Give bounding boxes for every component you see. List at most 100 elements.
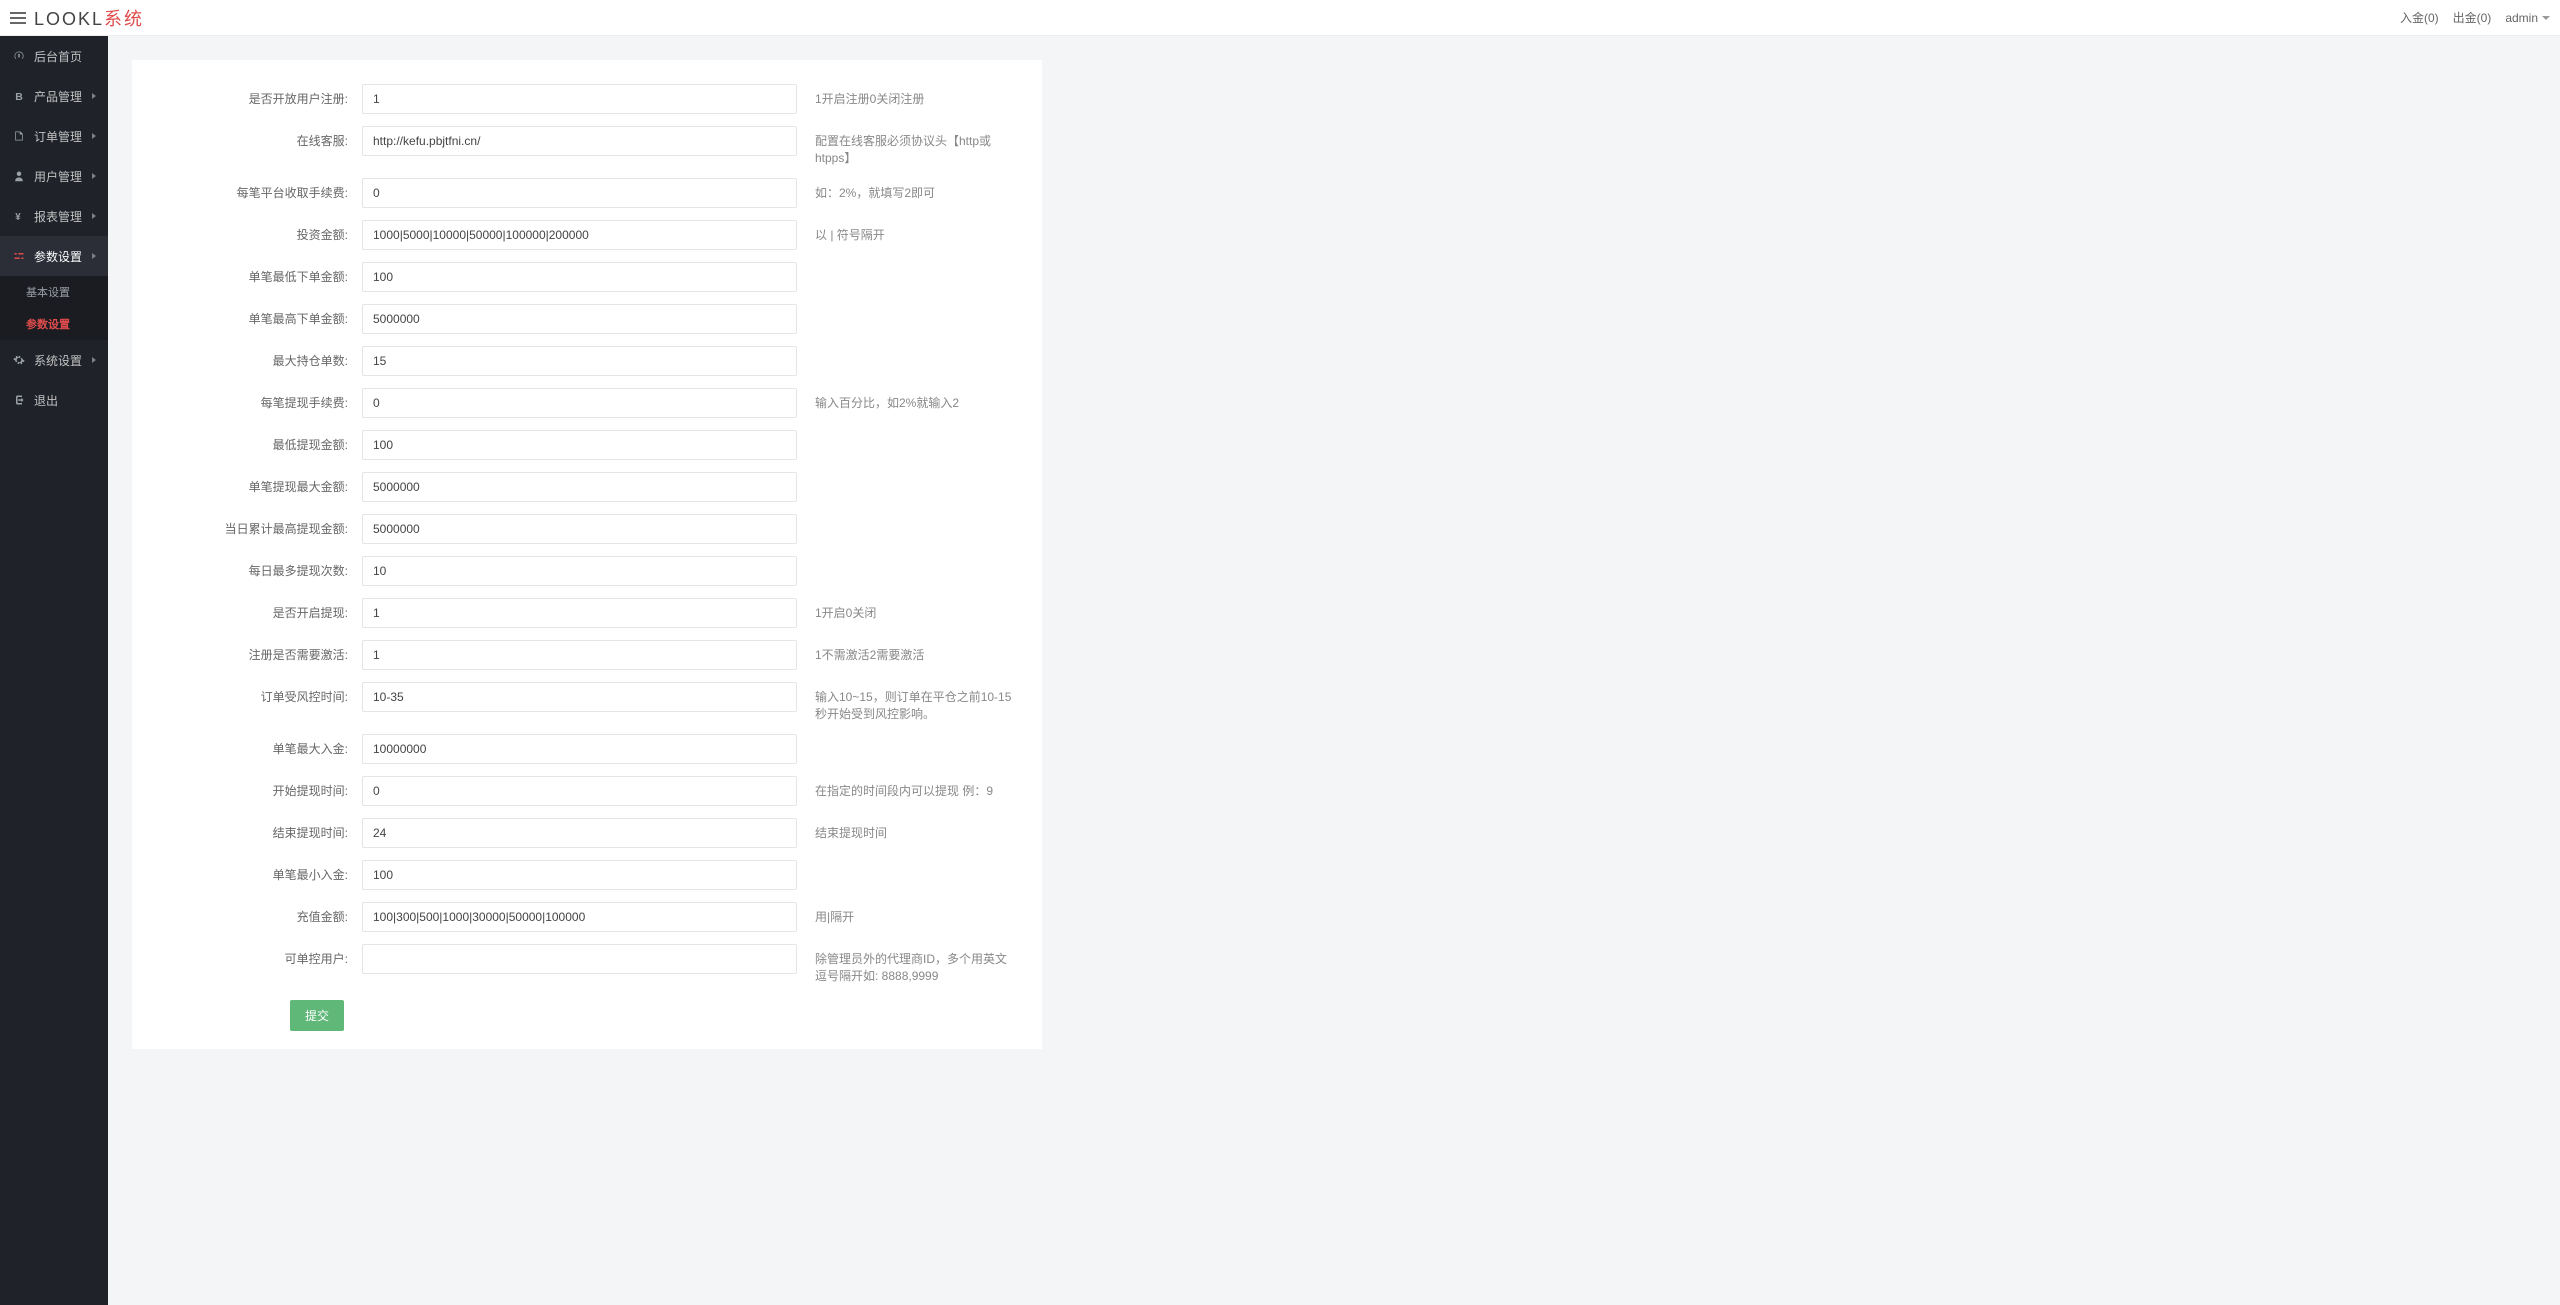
form-control: [362, 682, 797, 712]
form-label: 每日最多提现次数:: [132, 556, 362, 579]
chevron-right-icon: [92, 93, 96, 99]
form-input[interactable]: [362, 818, 797, 848]
deposit-link[interactable]: 入金(0): [2400, 9, 2439, 26]
form-row: 最低提现金额:: [132, 424, 1042, 466]
form-hint: [797, 262, 1017, 268]
form-control: [362, 430, 797, 460]
form-input[interactable]: [362, 262, 797, 292]
form-input[interactable]: [362, 902, 797, 932]
sidebar-item-system[interactable]: 系统设置: [0, 340, 108, 380]
form-hint: 用|隔开: [797, 902, 1017, 925]
form-input[interactable]: [362, 178, 797, 208]
form-label: 开始提现时间:: [132, 776, 362, 799]
form-control: [362, 472, 797, 502]
form-label: 结束提现时间:: [132, 818, 362, 841]
form-hint: 1开启注册0关闭注册: [797, 84, 1017, 107]
menu-toggle-icon[interactable]: [10, 12, 26, 24]
sidebar: 后台首页B产品管理订单管理用户管理¥报表管理参数设置基本设置参数设置系统设置退出: [0, 36, 108, 1305]
form-input[interactable]: [362, 220, 797, 250]
form-label: 每笔提现手续费:: [132, 388, 362, 411]
form-control: [362, 818, 797, 848]
form-label: 每笔平台收取手续费:: [132, 178, 362, 201]
form-label: 最低提现金额:: [132, 430, 362, 453]
user-menu[interactable]: admin: [2505, 11, 2550, 25]
form-control: [362, 262, 797, 292]
form-row: 单笔最小入金:: [132, 854, 1042, 896]
form-input[interactable]: [362, 640, 797, 670]
form-input[interactable]: [362, 682, 797, 712]
form-input[interactable]: [362, 430, 797, 460]
form-row: 结束提现时间:结束提现时间: [132, 812, 1042, 854]
dashboard-icon: [12, 50, 26, 62]
form-hint: [797, 472, 1017, 478]
form-label: 单笔最低下单金额:: [132, 262, 362, 285]
form-control: [362, 126, 797, 156]
form-input[interactable]: [362, 346, 797, 376]
form-control: [362, 860, 797, 890]
logout-icon: [12, 394, 26, 406]
form-input[interactable]: [362, 514, 797, 544]
form-hint: 1开启0关闭: [797, 598, 1017, 621]
order-icon: [12, 130, 26, 142]
form-row: 订单受风控时间:输入10~15，则订单在平仓之前10-15秒开始受到风控影响。: [132, 676, 1042, 728]
content: 是否开放用户注册:1开启注册0关闭注册在线客服:配置在线客服必须协议头【http…: [108, 36, 2560, 1073]
form-hint: [797, 346, 1017, 352]
form-input[interactable]: [362, 388, 797, 418]
form-input[interactable]: [362, 126, 797, 156]
form-input[interactable]: [362, 598, 797, 628]
form-row: 每笔平台收取手续费:如：2%，就填写2即可: [132, 172, 1042, 214]
form-input[interactable]: [362, 556, 797, 586]
form-label: 注册是否需要激活:: [132, 640, 362, 663]
yen-icon: ¥: [12, 210, 26, 222]
form-control: [362, 388, 797, 418]
form-actions: 提交: [132, 1000, 1042, 1031]
sidebar-item-params[interactable]: 参数设置: [0, 236, 108, 276]
form-hint: 输入10~15，则订单在平仓之前10-15秒开始受到风控影响。: [797, 682, 1017, 722]
form-input[interactable]: [362, 84, 797, 114]
form-row: 当日累计最高提现金额:: [132, 508, 1042, 550]
sidebar-submenu: 基本设置参数设置: [0, 276, 108, 340]
settings-form-panel: 是否开放用户注册:1开启注册0关闭注册在线客服:配置在线客服必须协议头【http…: [132, 60, 1042, 1049]
form-row: 投资金额: 以 | 符号隔开: [132, 214, 1042, 256]
brand-suffix: 系统: [104, 9, 144, 29]
form-hint: 在指定的时间段内可以提现 例：9: [797, 776, 1017, 799]
params-icon: [12, 250, 26, 262]
form-label: 是否开放用户注册:: [132, 84, 362, 107]
form-input[interactable]: [362, 304, 797, 334]
form-hint: 输入百分比，如2%就输入2: [797, 388, 1017, 411]
form-hint: 以 | 符号隔开: [797, 220, 1017, 243]
caret-down-icon: [2542, 16, 2550, 20]
form-input[interactable]: [362, 944, 797, 974]
sidebar-item-dashboard[interactable]: 后台首页: [0, 36, 108, 76]
form-input[interactable]: [362, 776, 797, 806]
form-control: [362, 514, 797, 544]
form-row: 每笔提现手续费: 输入百分比，如2%就输入2: [132, 382, 1042, 424]
sidebar-sub-item[interactable]: 参数设置: [0, 308, 108, 340]
system-icon: [12, 354, 26, 366]
withdraw-link[interactable]: 出金(0): [2453, 9, 2492, 26]
sidebar-item-order[interactable]: 订单管理: [0, 116, 108, 156]
user-icon: [12, 170, 26, 182]
form-input[interactable]: [362, 734, 797, 764]
sidebar-item-yen[interactable]: ¥报表管理: [0, 196, 108, 236]
chevron-right-icon: [92, 213, 96, 219]
form-hint: 配置在线客服必须协议头【http或htpps】: [797, 126, 1017, 166]
submit-button[interactable]: 提交: [290, 1000, 344, 1031]
sidebar-sub-item[interactable]: 基本设置: [0, 276, 108, 308]
form-row: 是否开放用户注册: 1开启注册0关闭注册: [132, 78, 1042, 120]
chevron-right-icon: [92, 253, 96, 259]
sidebar-item-logout[interactable]: 退出: [0, 380, 108, 420]
form-control: [362, 902, 797, 932]
chevron-right-icon: [92, 173, 96, 179]
brand-logo: LOOKL系统: [34, 5, 144, 31]
form-label: 投资金额:: [132, 220, 362, 243]
form-label: 最大持仓单数:: [132, 346, 362, 369]
form-control: [362, 178, 797, 208]
sidebar-item-label: 订单管理: [34, 128, 82, 145]
sidebar-item-user[interactable]: 用户管理: [0, 156, 108, 196]
form-label: 单笔最大入金:: [132, 734, 362, 757]
sidebar-item-bitcoin[interactable]: B产品管理: [0, 76, 108, 116]
form-input[interactable]: [362, 472, 797, 502]
form-input[interactable]: [362, 860, 797, 890]
brand-prefix: LOOKL: [34, 9, 104, 29]
